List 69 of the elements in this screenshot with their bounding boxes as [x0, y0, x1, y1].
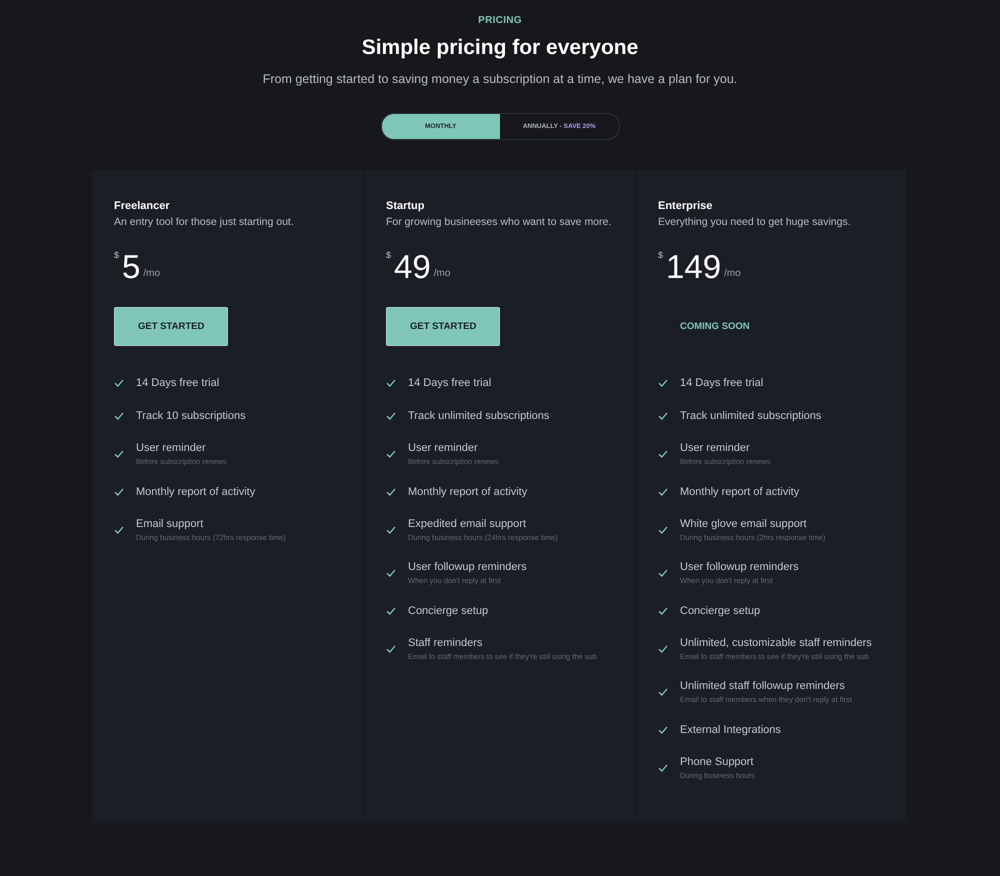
feature-title: Monthly report of activity — [408, 486, 528, 498]
plan-price: 149 — [666, 250, 722, 284]
plan-description: Everything you need to get huge savings. — [658, 216, 852, 228]
feature-title: External Integrations — [680, 724, 781, 736]
check-icon — [658, 644, 668, 652]
check-icon — [658, 488, 668, 496]
feature-title: User reminder — [408, 442, 479, 454]
check-icon — [658, 378, 668, 386]
check-icon — [658, 764, 668, 772]
check-icon — [658, 450, 668, 458]
feature-title: Track 10 subscriptions — [136, 410, 246, 422]
price-period: /mo — [434, 268, 450, 279]
feature-title: Track unlimited subscriptions — [680, 410, 822, 422]
feature-title: Unlimited, customizable staff reminders — [680, 636, 872, 648]
check-icon — [114, 488, 124, 496]
plan-name: Freelancer — [114, 200, 171, 212]
check-icon — [658, 726, 668, 734]
plan-price: 5 — [122, 250, 140, 284]
get-started-button[interactable]: GET STARTED — [386, 307, 500, 346]
check-icon — [386, 412, 396, 420]
check-icon — [386, 644, 396, 652]
price-period: /mo — [724, 268, 741, 279]
feature-title: Unlimited staff followup reminders — [680, 680, 846, 692]
feature-title: User followup reminders — [680, 560, 799, 572]
check-icon — [114, 526, 124, 534]
feature-title: User followup reminders — [408, 560, 527, 572]
feature-title: Expedited email support — [408, 518, 528, 530]
plan-description: An entry tool for those just starting out. — [114, 216, 295, 228]
check-icon — [386, 488, 396, 496]
page-title: Simple pricing for everyone — [362, 36, 638, 60]
plan-name: Startup — [386, 200, 426, 212]
feature-title: 14 Days free trial — [408, 376, 492, 388]
feature-title: Email support — [136, 518, 204, 530]
feature-title: User reminder — [136, 442, 207, 454]
coming-soon-button[interactable]: COMING SOON — [658, 307, 772, 346]
feature-title: 14 Days free trial — [680, 376, 764, 388]
check-icon — [658, 526, 668, 534]
feature-title: Monthly report of activity — [136, 486, 256, 498]
feature-title: 14 Days free trial — [136, 376, 220, 388]
currency-symbol: $ — [114, 250, 120, 260]
check-icon — [658, 606, 668, 614]
check-icon — [386, 526, 396, 534]
get-started-button[interactable]: GET STARTED — [114, 307, 228, 346]
check-icon — [386, 568, 396, 576]
check-icon — [114, 450, 124, 458]
check-icon — [658, 568, 668, 576]
check-icon — [658, 412, 668, 420]
feature-title: Concierge setup — [408, 604, 488, 616]
page-subtitle: From getting started to saving money a subscription at a time, we have a plan for you. — [262, 72, 738, 86]
price-period: /mo — [143, 268, 160, 279]
plan-price: 49 — [394, 250, 431, 284]
check-icon — [114, 412, 124, 420]
currency-symbol: $ — [386, 250, 392, 260]
currency-symbol: $ — [658, 250, 664, 260]
check-icon — [658, 688, 668, 696]
feature-title: Track unlimited subscriptions — [408, 410, 550, 422]
check-icon — [386, 450, 396, 458]
check-icon — [386, 378, 396, 386]
feature-title: Concierge setup — [680, 604, 760, 616]
section-label: PRICING — [478, 15, 522, 26]
feature-title: User reminder — [680, 442, 751, 454]
feature-title: White glove email support — [680, 518, 808, 530]
check-icon — [386, 606, 396, 614]
check-icon — [114, 378, 124, 386]
feature-title: Phone Support — [680, 756, 754, 768]
plan-name: Enterprise — [658, 200, 714, 212]
feature-title: Monthly report of activity — [680, 486, 800, 498]
feature-title: Staff reminders — [408, 636, 484, 648]
plan-description: For growing busineeses who want to save more. — [386, 216, 612, 228]
